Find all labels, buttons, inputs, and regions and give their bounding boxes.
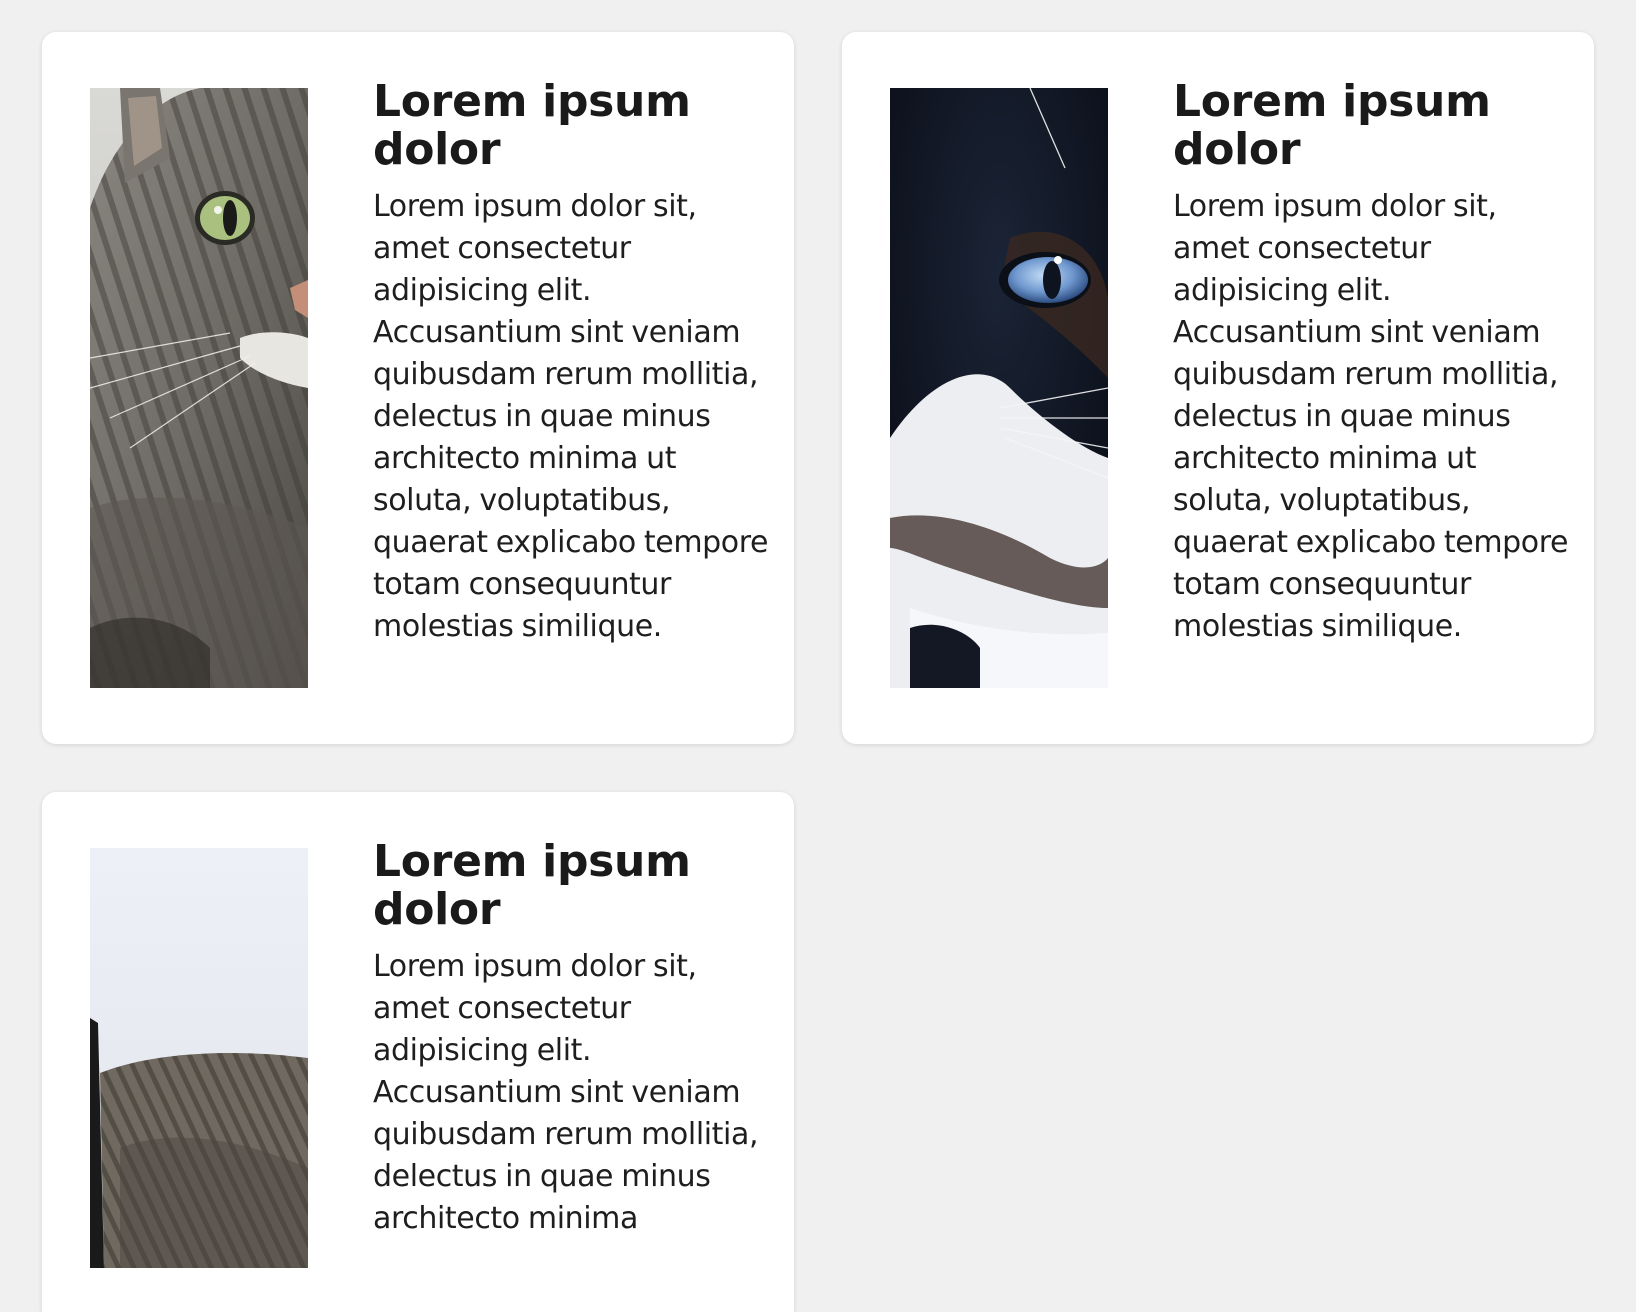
black-cat-image [890,88,1108,688]
card: Lorem ipsum dolor Lorem ipsum dolor sit,… [42,32,794,744]
card: Lorem ipsum dolor Lorem ipsum dolor sit,… [42,792,794,1312]
card-grid: Lorem ipsum dolor Lorem ipsum dolor sit,… [0,0,1636,1312]
card-text: Lorem ipsum dolor Lorem ipsum dolor sit,… [1173,78,1573,648]
card-body: Lorem ipsum dolor sit, amet consectetur … [1173,189,1569,644]
card-title: Lorem ipsum dolor [373,836,691,935]
card-title: Lorem ipsum dolor [1173,76,1491,175]
card-body: Lorem ipsum dolor sit, amet consectetur … [373,949,759,1236]
card-title: Lorem ipsum dolor [373,76,691,175]
tabby-cat-image [90,88,308,688]
card-text: Lorem ipsum dolor Lorem ipsum dolor sit,… [373,78,773,648]
card-text: Lorem ipsum dolor Lorem ipsum dolor sit,… [373,838,773,1240]
card-body: Lorem ipsum dolor sit, amet consectetur … [373,189,769,644]
card: Lorem ipsum dolor Lorem ipsum dolor sit,… [842,32,1594,744]
sleeping-cat-image [90,848,308,1268]
